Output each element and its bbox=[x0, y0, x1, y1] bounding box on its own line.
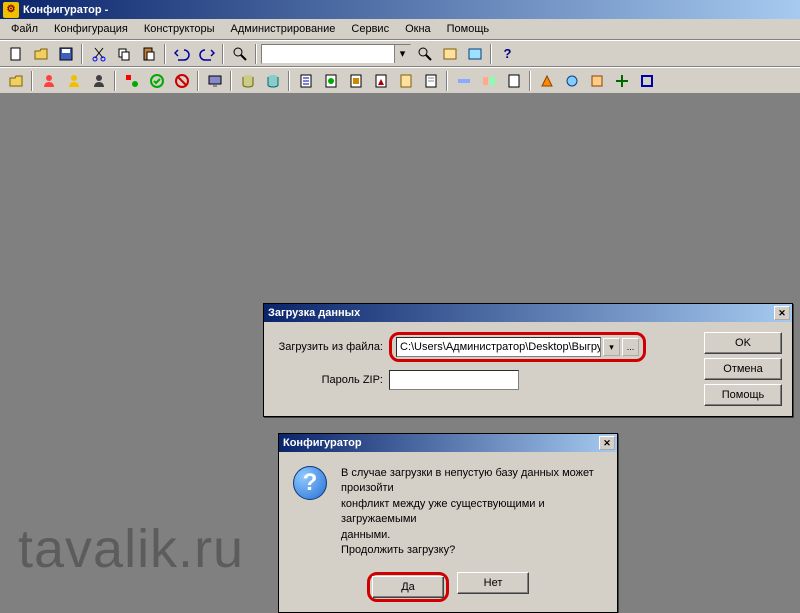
separator bbox=[81, 44, 83, 64]
highlight-yes: Да bbox=[367, 572, 449, 602]
separator bbox=[222, 44, 224, 64]
tool3-icon[interactable] bbox=[502, 70, 525, 92]
dialog-titlebar[interactable]: Конфигуратор ✕ bbox=[279, 434, 617, 452]
separator bbox=[114, 71, 116, 91]
label-zip-password: Пароль ZIP: bbox=[274, 374, 389, 386]
mdi-workspace: tavalik.ru Загрузка данных ✕ Загрузить и… bbox=[0, 103, 800, 600]
doc1-icon[interactable] bbox=[294, 70, 317, 92]
menu-help[interactable]: Помощь bbox=[440, 21, 497, 37]
window-title: Конфигуратор - bbox=[23, 4, 108, 16]
separator bbox=[255, 44, 257, 64]
user-dark-icon[interactable] bbox=[87, 70, 110, 92]
db1-icon[interactable] bbox=[236, 70, 259, 92]
separator bbox=[164, 44, 166, 64]
menu-service[interactable]: Сервис bbox=[344, 21, 396, 37]
close-icon[interactable]: ✕ bbox=[774, 306, 790, 320]
find-icon[interactable] bbox=[228, 43, 251, 65]
close-icon[interactable]: ✕ bbox=[599, 436, 615, 450]
separator bbox=[197, 71, 199, 91]
undo-icon[interactable] bbox=[170, 43, 193, 65]
redo-icon[interactable] bbox=[195, 43, 218, 65]
separator bbox=[288, 71, 290, 91]
help-button[interactable]: Помощь bbox=[704, 384, 782, 406]
doc5-icon[interactable] bbox=[394, 70, 417, 92]
watermark: tavalik.ru bbox=[18, 518, 244, 580]
db2-icon[interactable] bbox=[261, 70, 284, 92]
file-path-input[interactable]: C:\Users\Администратор\Desktop\Выгруз bbox=[396, 337, 601, 357]
tool2-icon[interactable] bbox=[477, 70, 500, 92]
tool6-icon[interactable] bbox=[585, 70, 608, 92]
menu-file[interactable]: Файл bbox=[4, 21, 45, 37]
menu-constructors[interactable]: Конструкторы bbox=[137, 21, 222, 37]
tool1-icon[interactable] bbox=[452, 70, 475, 92]
new-icon[interactable] bbox=[4, 43, 27, 65]
tool-b-icon[interactable] bbox=[463, 43, 486, 65]
dialog-title: Загрузка данных bbox=[268, 307, 360, 319]
doc6-icon[interactable] bbox=[419, 70, 442, 92]
open-config-icon[interactable] bbox=[4, 70, 27, 92]
label-load-file: Загрузить из файла: bbox=[274, 341, 389, 353]
dialog-confirm: Конфигуратор ✕ ? В случае загрузки в неп… bbox=[278, 433, 618, 613]
monitor-icon[interactable] bbox=[203, 70, 226, 92]
menu-admin[interactable]: Администрирование bbox=[224, 21, 343, 37]
window-titlebar: ⚙ Конфигуратор - bbox=[0, 0, 800, 19]
tool7-icon[interactable] bbox=[610, 70, 633, 92]
no-button[interactable]: Нет bbox=[457, 572, 529, 594]
ok-button[interactable]: OK bbox=[704, 332, 782, 354]
separator bbox=[446, 71, 448, 91]
chevron-down-icon[interactable]: ▾ bbox=[603, 338, 620, 356]
tool5-icon[interactable] bbox=[560, 70, 583, 92]
shapes-icon[interactable] bbox=[120, 70, 143, 92]
question-icon: ? bbox=[293, 466, 327, 500]
user-red-icon[interactable] bbox=[37, 70, 60, 92]
separator bbox=[490, 44, 492, 64]
save-icon[interactable] bbox=[54, 43, 77, 65]
doc3-icon[interactable] bbox=[344, 70, 367, 92]
tool8-icon[interactable] bbox=[635, 70, 658, 92]
dialog-title: Конфигуратор bbox=[283, 437, 362, 449]
toolbar-secondary bbox=[0, 67, 800, 94]
separator bbox=[529, 71, 531, 91]
toolbar-main: ▾ ? bbox=[0, 40, 800, 67]
paste-icon[interactable] bbox=[137, 43, 160, 65]
separator bbox=[230, 71, 232, 91]
highlight-file-row: C:\Users\Администратор\Desktop\Выгруз ▾ … bbox=[389, 332, 646, 362]
copy-icon[interactable] bbox=[112, 43, 135, 65]
search-next-icon[interactable] bbox=[413, 43, 436, 65]
deny-icon[interactable] bbox=[170, 70, 193, 92]
separator bbox=[31, 71, 33, 91]
tool-a-icon[interactable] bbox=[438, 43, 461, 65]
doc2-icon[interactable] bbox=[319, 70, 342, 92]
user-yellow-icon[interactable] bbox=[62, 70, 85, 92]
help-icon[interactable]: ? bbox=[496, 43, 519, 65]
yes-button[interactable]: Да bbox=[372, 576, 444, 598]
zip-password-input[interactable] bbox=[389, 370, 519, 390]
menu-config[interactable]: Конфигурация bbox=[47, 21, 135, 37]
dialog-load-data: Загрузка данных ✕ Загрузить из файла: C:… bbox=[263, 303, 793, 417]
tool4-icon[interactable] bbox=[535, 70, 558, 92]
app-icon: ⚙ bbox=[3, 2, 19, 18]
confirm-message: В случае загрузки в непустую базу данных… bbox=[341, 466, 603, 558]
search-combo[interactable]: ▾ bbox=[261, 44, 411, 64]
open-icon[interactable] bbox=[29, 43, 52, 65]
browse-button[interactable]: ... bbox=[622, 338, 639, 356]
dialog-titlebar[interactable]: Загрузка данных ✕ bbox=[264, 304, 792, 322]
menu-windows[interactable]: Окна bbox=[398, 21, 438, 37]
allow-icon[interactable] bbox=[145, 70, 168, 92]
chevron-down-icon[interactable]: ▾ bbox=[394, 45, 410, 63]
menubar: Файл Конфигурация Конструкторы Администр… bbox=[0, 19, 800, 40]
cancel-button[interactable]: Отмена bbox=[704, 358, 782, 380]
doc4-icon[interactable] bbox=[369, 70, 392, 92]
cut-icon[interactable] bbox=[87, 43, 110, 65]
